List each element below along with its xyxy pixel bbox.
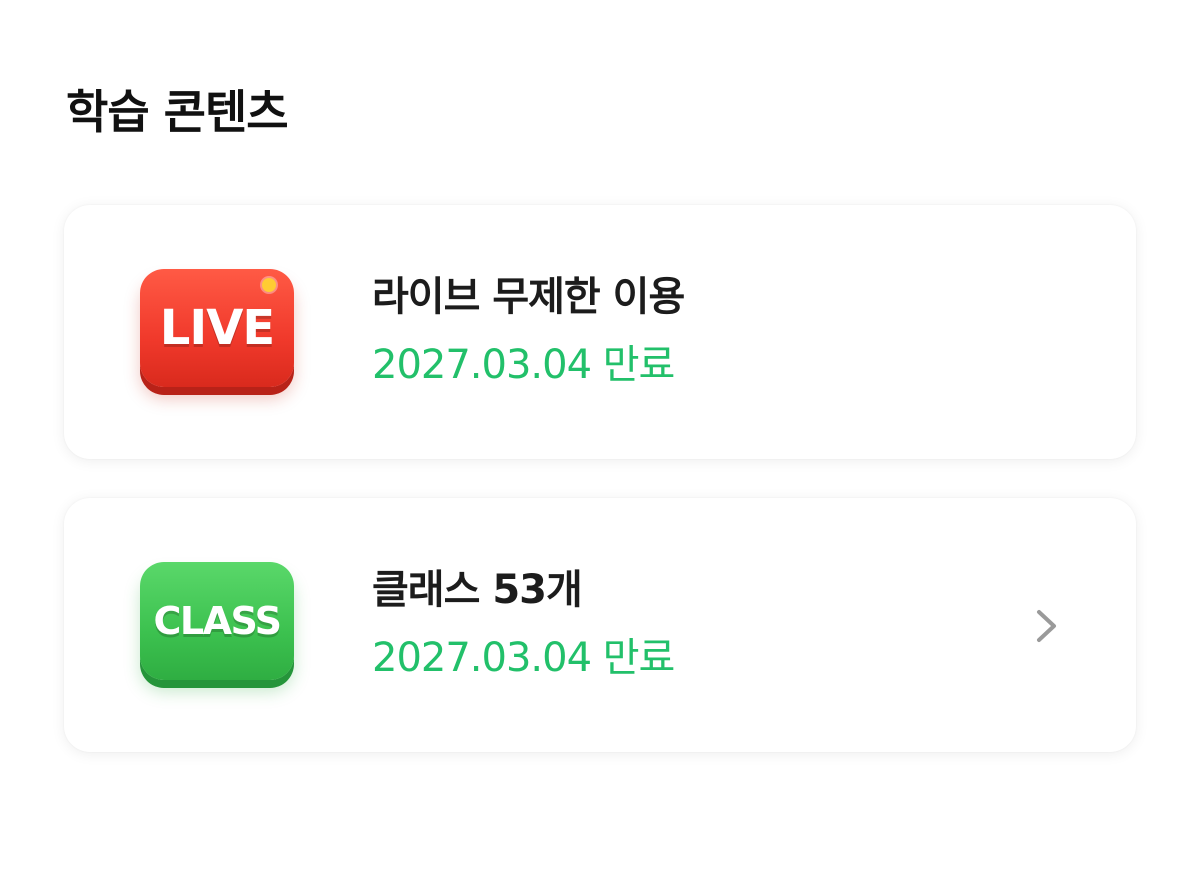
live-content-card[interactable]: LIVE 라이브 무제한 이용 2027.03.04 만료	[64, 205, 1136, 459]
class-content-card[interactable]: CLASS 클래스 53개 2027.03.04 만료	[64, 498, 1136, 752]
section-title: 학습 콘텐츠	[66, 85, 289, 139]
class-badge-label: CLASS	[153, 599, 282, 643]
live-badge-label: LIVE	[159, 300, 275, 356]
class-card-expiry: 2027.03.04 만료	[372, 635, 675, 681]
class-card-title: 클래스 53개	[372, 567, 583, 613]
chevron-right-icon[interactable]	[1034, 608, 1060, 644]
live-card-title: 라이브 무제한 이용	[372, 274, 685, 320]
class-badge-icon: CLASS	[140, 562, 294, 680]
live-indicator-dot	[262, 278, 276, 292]
live-badge-icon: LIVE	[140, 269, 294, 387]
live-card-expiry: 2027.03.04 만료	[372, 342, 675, 388]
